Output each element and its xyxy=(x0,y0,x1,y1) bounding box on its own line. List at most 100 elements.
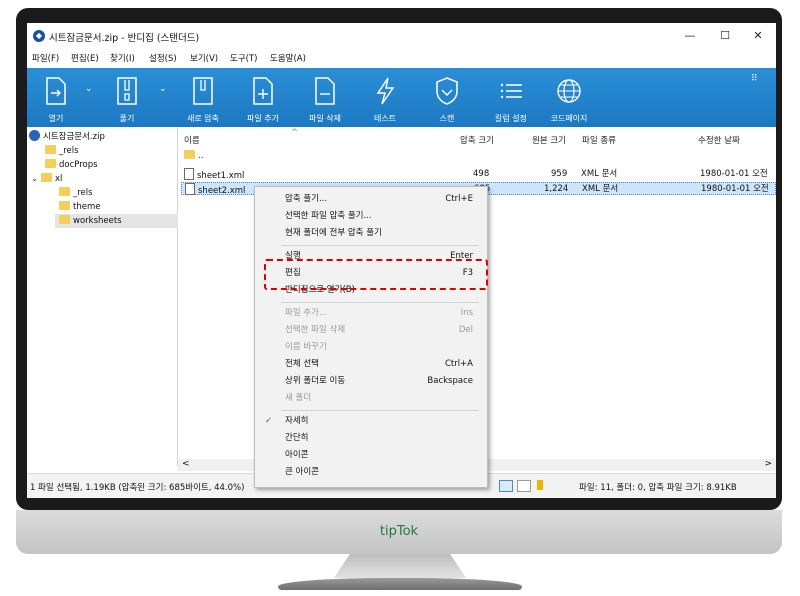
menu-item-label: 현재 폴더에 전부 압축 풀기 xyxy=(285,228,382,238)
open-dropdown[interactable]: ⌄ xyxy=(81,68,97,127)
menu-extract-here[interactable]: 현재 폴더에 전부 압축 풀기 xyxy=(255,225,487,242)
test-button[interactable]: 테스트 xyxy=(357,68,413,127)
bandizip-icon: ◆ xyxy=(33,30,45,42)
lightning-icon xyxy=(376,77,395,105)
menu-item-label: 이름 바꾸기 xyxy=(285,342,327,352)
file-type: XML 문서 xyxy=(581,169,618,179)
original-size: 1,224 xyxy=(544,184,569,194)
file-name: sheet2.xml xyxy=(198,186,246,196)
tree-item-label: xl xyxy=(55,174,63,184)
monitor-neck xyxy=(334,554,466,578)
list-view-icon[interactable] xyxy=(517,480,531,492)
table-row[interactable]: .. xyxy=(181,150,776,163)
column-settings-button[interactable]: 칼럼 설정 xyxy=(483,68,539,127)
globe-icon xyxy=(557,79,581,103)
menu-help[interactable]: 도움말(A) xyxy=(270,52,306,64)
menu-item-label: 압축 풀기... xyxy=(285,194,328,204)
chevron-down-icon[interactable]: ⌄ xyxy=(31,172,41,186)
check-icon: ✓ xyxy=(265,416,273,426)
menu-file[interactable]: 파일(F) xyxy=(32,52,59,64)
folder-icon xyxy=(45,145,56,154)
scroll-right-arrow[interactable]: > xyxy=(764,459,772,469)
menu-extract[interactable]: 압축 풀기... Ctrl+E xyxy=(255,191,487,208)
status-selection: 1 파일 선택됨, 1.19KB (압축된 크기: 685바이트, 44.0%) xyxy=(30,483,245,493)
file-type: XML 문서 xyxy=(582,184,619,194)
chevron-down-icon: ⌄ xyxy=(159,84,167,94)
menu-view-large-icons[interactable]: 큰 아이콘 xyxy=(255,464,487,481)
menu-delete-selected[interactable]: 선택한 파일 삭제 Del xyxy=(255,322,487,339)
maximize-button[interactable]: ☐ xyxy=(710,27,740,45)
menu-extract-selected[interactable]: 선택한 파일 압축 풀기... xyxy=(255,208,487,225)
grid-icon: ⠿ xyxy=(751,74,758,84)
context-menu: 압축 풀기... Ctrl+E 선택한 파일 압축 풀기... 현재 폴더에 전부… xyxy=(254,186,488,488)
column-packed[interactable]: 압축 크기 xyxy=(460,134,494,146)
table-row[interactable]: sheet1.xml 498 959 XML 문서 1980-01-01 오전 xyxy=(181,168,776,181)
minimize-button[interactable]: — xyxy=(675,27,705,45)
edit-highlight-box xyxy=(264,259,488,290)
modified-date: 1980-01-01 오전 xyxy=(700,169,768,179)
tree-item-xl[interactable]: ⌄ xl xyxy=(31,172,62,186)
column-settings-label: 칼럼 설정 xyxy=(495,114,527,123)
scan-label: 스캔 xyxy=(439,114,455,123)
add-file-label: 파일 추가 xyxy=(247,114,279,123)
menu-new-folder[interactable]: 새 폴더 xyxy=(255,390,487,407)
modified-date: 1980-01-01 오전 xyxy=(701,184,769,194)
delete-file-button[interactable]: 파일 삭제 xyxy=(297,68,353,127)
menu-item-label: 아이콘 xyxy=(285,450,309,460)
brand-label: tipTok xyxy=(379,524,419,539)
monitor-base xyxy=(278,578,522,590)
column-original[interactable]: 원본 크기 xyxy=(532,134,566,146)
menu-settings[interactable]: 설정(S) xyxy=(149,52,177,64)
menu-tools[interactable]: 도구(T) xyxy=(230,52,257,64)
menu-go-up[interactable]: 상위 폴더로 이동 Backspace xyxy=(255,373,487,390)
add-file-button[interactable]: 파일 추가 xyxy=(235,68,291,127)
tree-item-label: _rels xyxy=(73,188,93,198)
menu-view-details[interactable]: ✓ 자세히 xyxy=(255,413,487,430)
extract-button[interactable]: 풀기 xyxy=(99,68,155,127)
codepage-label: 코드페이지 xyxy=(550,114,588,123)
menu-separator xyxy=(281,302,479,303)
archive-info-icon[interactable] xyxy=(537,480,543,490)
open-label: 열기 xyxy=(48,114,64,123)
extract-dropdown[interactable]: ⌄ xyxy=(155,68,171,127)
test-label: 테스트 xyxy=(373,114,397,123)
column-name[interactable]: 이름 xyxy=(184,134,200,146)
codepage-button[interactable]: 코드페이지 xyxy=(539,68,599,127)
tree-root[interactable]: 시트잠금문서.zip xyxy=(29,130,105,144)
scan-button[interactable]: 스캔 xyxy=(419,68,475,127)
menu-view-icons[interactable]: 아이콘 xyxy=(255,447,487,464)
close-button[interactable]: ✕ xyxy=(743,27,773,45)
parent-folder-cell: .. xyxy=(184,150,203,163)
folder-icon xyxy=(59,215,70,224)
folder-icon xyxy=(184,150,195,159)
column-type[interactable]: 파일 종류 xyxy=(582,134,616,146)
tree-item-worksheets[interactable]: worksheets xyxy=(55,214,179,228)
shortcut-label: Ctrl+A xyxy=(444,359,473,369)
menu-select-all[interactable]: 전체 선택 Ctrl+A xyxy=(255,356,487,373)
tree-item-rels[interactable]: _rels xyxy=(45,144,79,158)
menu-add-file[interactable]: 파일 추가... Ins xyxy=(255,305,487,322)
status-summary: 파일: 11, 폴더: 0, 압축 파일 크기: 8.91KB xyxy=(579,483,737,493)
column-modified[interactable]: 수정한 날짜 xyxy=(698,134,740,146)
delete-file-label: 파일 삭제 xyxy=(309,114,341,123)
tree-item-label: theme xyxy=(73,202,101,212)
tree-item-docprops[interactable]: docProps xyxy=(45,158,98,172)
extract-icon xyxy=(117,77,137,105)
tree-item-xl-rels[interactable]: _rels xyxy=(59,186,93,200)
menu-find[interactable]: 찾기(I) xyxy=(110,52,135,64)
tree-item-label: docProps xyxy=(59,160,98,170)
title-bar: ◆ 시트잠금문서.zip - 반디집 (스탠더드) — ☐ ✕ xyxy=(27,23,776,49)
file-name: .. xyxy=(198,151,204,161)
grid-menu-button[interactable]: ⠿ xyxy=(749,68,769,127)
menu-edit[interactable]: 편집(E) xyxy=(71,52,99,64)
menu-view[interactable]: 보기(V) xyxy=(190,52,218,64)
folder-icon xyxy=(41,173,52,182)
open-button[interactable]: 열기 xyxy=(31,68,81,127)
scroll-left-arrow[interactable]: < xyxy=(182,459,190,469)
tree-item-theme[interactable]: theme xyxy=(59,200,100,214)
details-view-icon[interactable] xyxy=(499,480,513,492)
menu-view-simple[interactable]: 간단히 xyxy=(255,430,487,447)
new-archive-button[interactable]: 새로 압축 xyxy=(175,68,231,127)
menu-rename[interactable]: 이름 바꾸기 xyxy=(255,339,487,356)
open-icon xyxy=(46,77,66,105)
